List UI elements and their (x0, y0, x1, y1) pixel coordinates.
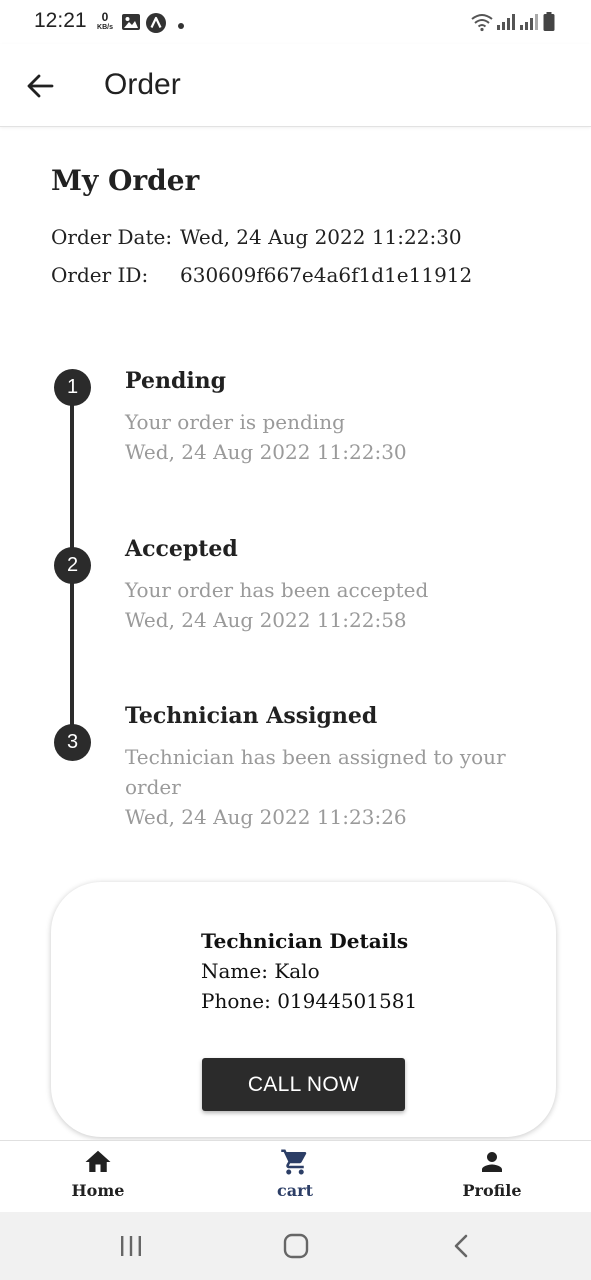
technician-card: Technician Details Name: Kalo Phone: 019… (51, 882, 556, 1137)
timeline-step-title: Technician Assigned (125, 703, 378, 729)
order-id-row: Order ID: 630609f667e4a6f1d1e11912 (51, 263, 472, 287)
app-notification-icon (145, 12, 167, 39)
nav-cart-label: cart (277, 1181, 313, 1200)
arrow-left-icon (27, 74, 54, 98)
battery-icon (543, 12, 555, 37)
timeline-step-description: Your order is pending (125, 410, 345, 434)
order-id-label: Order ID: (51, 263, 149, 287)
order-id-value: 630609f667e4a6f1d1e11912 (180, 263, 473, 287)
page-title: Order (104, 68, 181, 101)
technician-name: Name: Kalo (201, 959, 320, 983)
status-time: 12:21 (34, 9, 87, 32)
person-icon (482, 1152, 502, 1172)
back-system-button[interactable] (450, 1233, 472, 1264)
timeline-step-timestamp: Wed, 24 Aug 2022 11:22:30 (125, 440, 407, 464)
technician-details: Technician Details Name: Kalo Phone: 019… (201, 926, 417, 1016)
bottom-navigation: Home cart Profile (0, 1140, 591, 1212)
timeline-step-timestamp: Wed, 24 Aug 2022 11:23:26 (125, 805, 407, 829)
home-system-icon (283, 1233, 309, 1259)
order-date-value: Wed, 24 Aug 2022 11:22:30 (180, 225, 462, 249)
system-navigation-bar (0, 1212, 591, 1280)
nav-cart[interactable]: cart (235, 1147, 355, 1200)
recent-apps-icon (121, 1236, 141, 1256)
status-bar: 12:21 0 KB/s (0, 0, 591, 44)
image-icon (121, 12, 141, 37)
order-date-label: Order Date: (51, 225, 173, 249)
timeline-step-title: Accepted (125, 536, 238, 562)
cart-icon (281, 1149, 307, 1175)
home-system-button[interactable] (282, 1233, 310, 1264)
timeline-step-timestamp: Wed, 24 Aug 2022 11:22:58 (125, 608, 407, 632)
network-speed-unit: KB/s (97, 24, 113, 31)
network-speed-indicator: 0 KB/s (95, 11, 115, 31)
call-now-button[interactable]: CALL NOW (202, 1058, 405, 1111)
timeline-step-title: Pending (125, 368, 227, 394)
network-speed-value: 0 (101, 10, 109, 24)
signal-icon (496, 13, 516, 36)
nav-profile-label: Profile (462, 1181, 522, 1200)
timeline-step-indicator: 3 (54, 724, 91, 761)
order-heading: My Order (51, 164, 200, 197)
back-system-icon (454, 1234, 468, 1258)
timeline-step-description: Your order has been accepted (125, 578, 429, 602)
notification-dot-icon (177, 17, 185, 35)
nav-home[interactable]: Home (38, 1147, 158, 1200)
back-button[interactable] (18, 66, 62, 106)
timeline-step-indicator: 2 (54, 547, 91, 584)
signal-secondary-icon (519, 13, 539, 36)
wifi-icon (470, 12, 494, 37)
technician-details-title: Technician Details (201, 929, 409, 953)
app-bar: Order (0, 44, 591, 127)
nav-home-label: Home (71, 1181, 125, 1200)
order-date-row: Order Date: Wed, 24 Aug 2022 11:22:30 (51, 225, 462, 249)
technician-phone: Phone: 01944501581 (201, 989, 418, 1013)
nav-profile[interactable]: Profile (432, 1147, 552, 1200)
timeline-step-description: Technician has been assigned to your ord… (125, 745, 506, 799)
home-icon (85, 1150, 111, 1172)
timeline-step-indicator: 1 (54, 369, 91, 406)
recent-apps-button[interactable] (118, 1233, 144, 1264)
